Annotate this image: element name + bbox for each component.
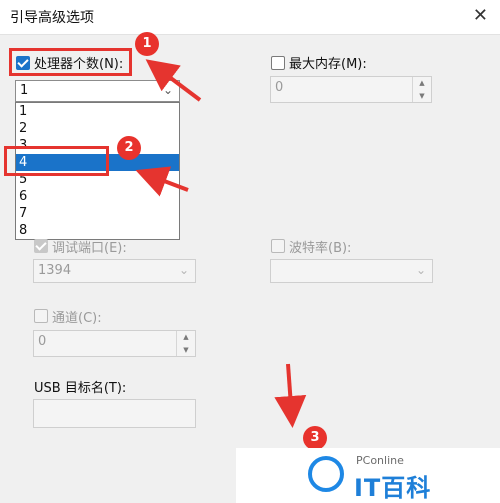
watermark: PConline IT百科 bbox=[236, 448, 500, 503]
arrow-to-option-4 bbox=[135, 166, 189, 197]
advanced-boot-options-dialog: 引导高级选项 ✕ 处理器个数(N): 1 1 ⌄ 1 2 3 4 5 6 7 8… bbox=[0, 0, 500, 503]
watermark-name: IT百科 bbox=[354, 474, 432, 502]
pconline-logo-icon bbox=[308, 456, 344, 492]
arrow-to-bottom bbox=[274, 363, 307, 428]
arrow-to-processor-checkbox bbox=[145, 59, 202, 102]
annotation-arrows bbox=[135, 59, 307, 428]
watermark-brand: PConline bbox=[356, 454, 404, 467]
